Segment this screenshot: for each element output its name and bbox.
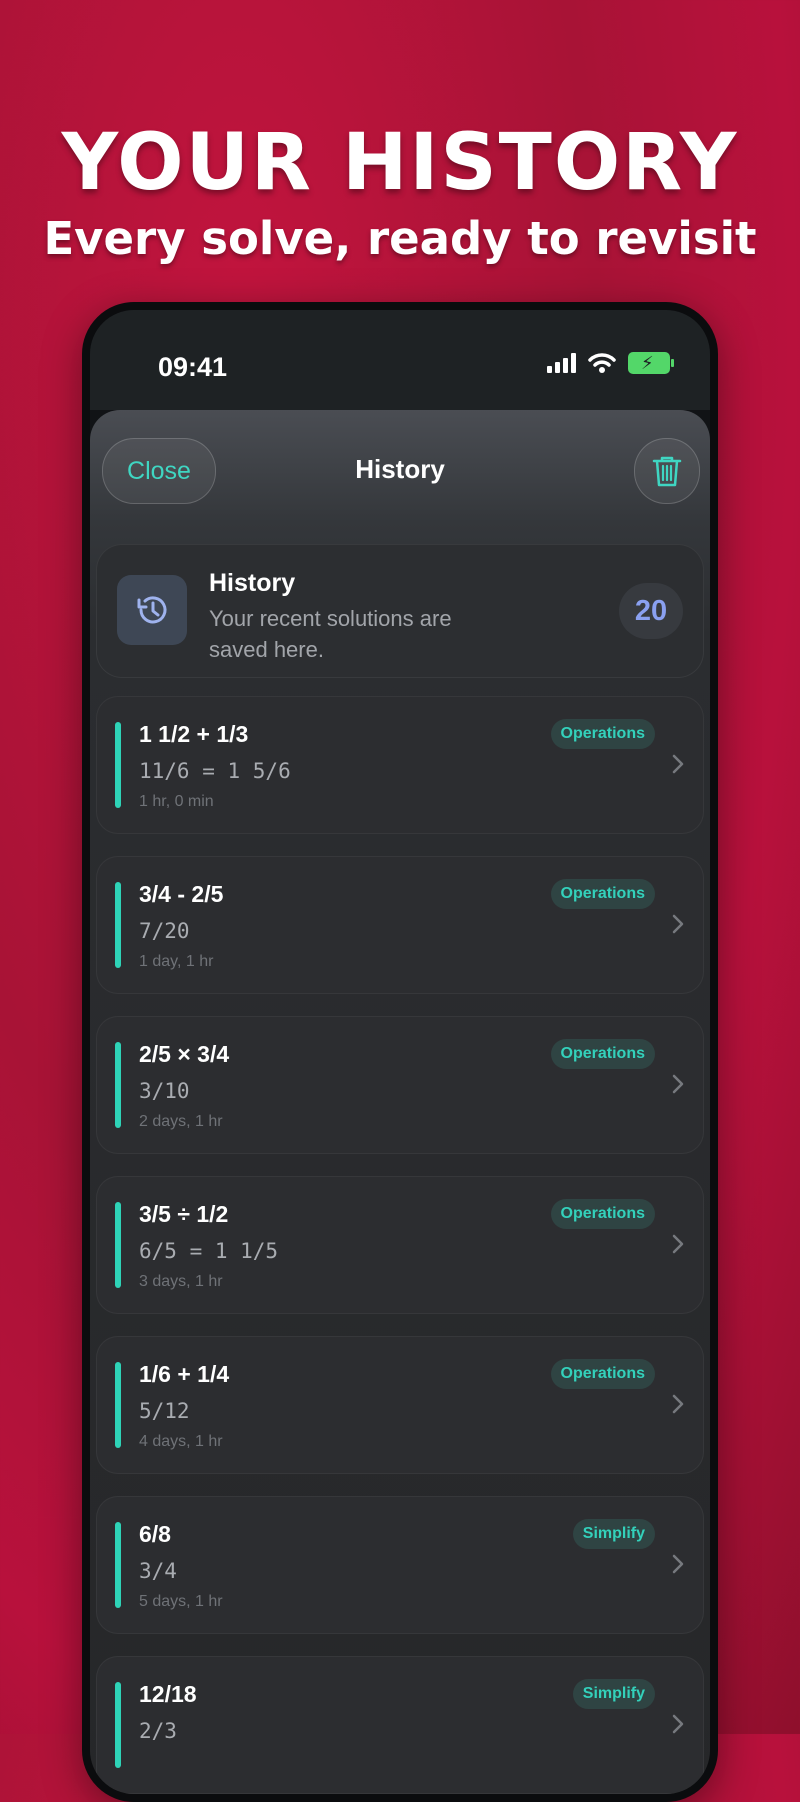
- chevron-right-icon: [672, 1714, 684, 1734]
- battery-charging-icon: ⚡: [628, 352, 674, 374]
- history-summary-card: History Your recent solutions are saved …: [96, 544, 704, 678]
- history-item[interactable]: 6/8 3/4 5 days, 1 hr Simplify: [96, 1496, 704, 1634]
- category-tag: Simplify: [572, 1679, 655, 1709]
- item-expression: 1/6 + 1/4: [139, 1361, 230, 1387]
- item-result: 3/4: [139, 1559, 177, 1583]
- chevron-right-icon: [672, 1074, 684, 1094]
- history-item[interactable]: 3/5 ÷ 1/2 6/5 = 1 1/5 3 days, 1 hr Opera…: [96, 1176, 704, 1314]
- item-expression: 3/4 - 2/5: [139, 881, 224, 907]
- category-tag: Operations: [550, 719, 655, 749]
- item-result: 11/6 = 1 5/6: [139, 759, 291, 783]
- accent-bar: [115, 722, 121, 808]
- history-item[interactable]: 1 1/2 + 1/3 11/6 = 1 5/6 1 hr, 0 min Ope…: [96, 696, 704, 834]
- item-result: 2/3: [139, 1719, 177, 1743]
- chevron-right-icon: [672, 914, 684, 934]
- sheet-title: History: [355, 454, 445, 484]
- chevron-right-icon: [672, 754, 684, 774]
- history-list: 1 1/2 + 1/3 11/6 = 1 5/6 1 hr, 0 min Ope…: [96, 696, 704, 1794]
- phone-frame: 09:41 ⚡ Close History History Your recen…: [82, 302, 718, 1802]
- history-count-badge: 20: [619, 583, 683, 639]
- item-expression: 6/8: [139, 1521, 171, 1547]
- history-sheet: Close History History Your recent soluti…: [90, 410, 710, 1794]
- history-item[interactable]: 1/6 + 1/4 5/12 4 days, 1 hr Operations: [96, 1336, 704, 1474]
- history-item[interactable]: 3/4 - 2/5 7/20 1 day, 1 hr Operations: [96, 856, 704, 994]
- history-clock-icon: [117, 575, 187, 645]
- chevron-right-icon: [672, 1234, 684, 1254]
- item-time: 1 hr, 0 min: [139, 793, 214, 810]
- chevron-right-icon: [672, 1554, 684, 1574]
- item-time: 3 days, 1 hr: [139, 1273, 223, 1290]
- category-tag: Operations: [550, 1199, 655, 1229]
- status-icons: ⚡: [547, 352, 674, 374]
- chevron-right-icon: [672, 1394, 684, 1414]
- category-tag: Operations: [550, 879, 655, 909]
- item-time: 2 days, 1 hr: [139, 1113, 223, 1130]
- category-tag: Simplify: [572, 1519, 655, 1549]
- accent-bar: [115, 1202, 121, 1288]
- status-time: 09:41: [158, 352, 228, 382]
- summary-description: Your recent solutions are saved here.: [209, 606, 452, 662]
- item-expression: 1 1/2 + 1/3: [139, 721, 249, 747]
- item-time: 5 days, 1 hr: [139, 1593, 223, 1610]
- item-expression: 3/5 ÷ 1/2: [139, 1201, 229, 1227]
- accent-bar: [115, 882, 121, 968]
- status-bar: 09:41 ⚡: [90, 310, 710, 410]
- item-time: 4 days, 1 hr: [139, 1433, 223, 1450]
- summary-title: History: [209, 569, 296, 597]
- history-item[interactable]: 2/5 × 3/4 3/10 2 days, 1 hr Operations: [96, 1016, 704, 1154]
- wifi-icon: [588, 353, 616, 373]
- trash-icon: [652, 456, 682, 487]
- delete-history-button[interactable]: [634, 438, 700, 504]
- promo-title: YOUR HISTORY: [61, 118, 739, 208]
- accent-bar: [115, 1042, 121, 1128]
- accent-bar: [115, 1522, 121, 1608]
- category-tag: Operations: [550, 1039, 655, 1069]
- promo-subtitle: Every solve, ready to revisit: [43, 212, 757, 265]
- item-time: 1 day, 1 hr: [139, 953, 214, 970]
- cellular-signal-icon: [547, 353, 576, 373]
- item-result: 5/12: [139, 1399, 190, 1423]
- history-item[interactable]: 12/18 2/3 Simplify: [96, 1656, 704, 1794]
- item-result: 6/5 = 1 1/5: [139, 1239, 279, 1263]
- item-expression: 2/5 × 3/4: [139, 1041, 230, 1067]
- accent-bar: [115, 1362, 121, 1448]
- item-expression: 12/18: [139, 1681, 197, 1707]
- category-tag: Operations: [550, 1359, 655, 1389]
- item-result: 3/10: [139, 1079, 190, 1103]
- item-result: 7/20: [139, 919, 190, 943]
- accent-bar: [115, 1682, 121, 1768]
